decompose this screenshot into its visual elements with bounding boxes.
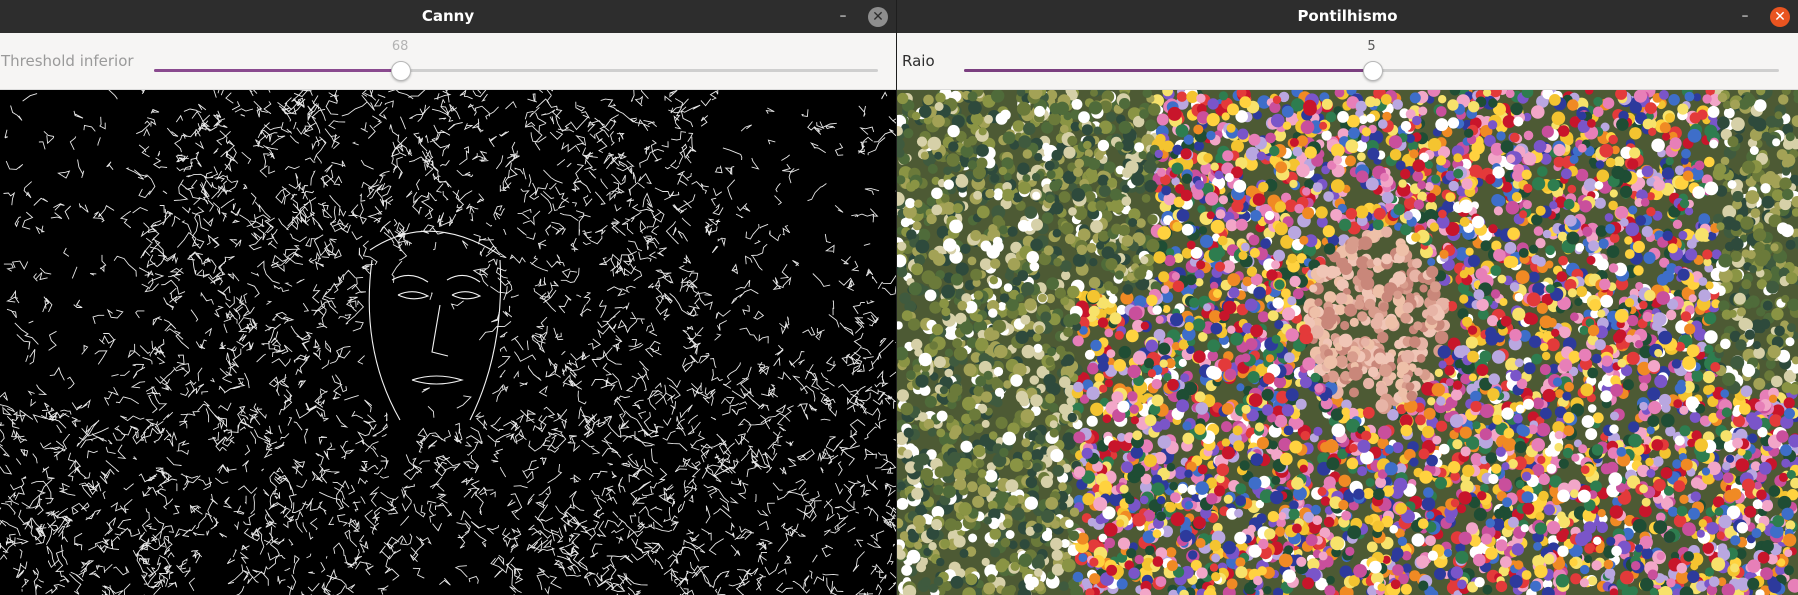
face-edge-3 bbox=[451, 291, 482, 300]
canny-titlebar[interactable]: Canny – ✕ bbox=[0, 0, 896, 33]
canny-window-controls: – ✕ bbox=[832, 0, 888, 33]
pontilhismo-window: Pontilhismo – ✕ Raio 5 bbox=[897, 0, 1798, 595]
raio-value: 5 bbox=[1367, 39, 1376, 54]
threshold-slider-thumb[interactable] bbox=[391, 61, 412, 81]
canny-trackbar: Threshold inferior 68 bbox=[0, 33, 896, 90]
minimize-icon[interactable]: – bbox=[1734, 6, 1756, 28]
pontilhismo-trackbar: Raio 5 bbox=[897, 33, 1798, 90]
face-edge-0 bbox=[391, 274, 429, 283]
desktop: Canny – ✕ Threshold inferior 68 Pontilhi… bbox=[0, 0, 1798, 595]
face-edge-5 bbox=[411, 375, 464, 385]
threshold-value: 68 bbox=[391, 39, 409, 54]
raio-slider-thumb[interactable] bbox=[1362, 61, 1383, 81]
raio-slider-fill bbox=[964, 69, 1372, 72]
canny-window: Canny – ✕ Threshold inferior 68 bbox=[0, 0, 896, 595]
pointillism-image bbox=[897, 90, 1798, 595]
face-edge-2 bbox=[397, 291, 430, 300]
pontilhismo-window-controls: – ✕ bbox=[1734, 0, 1790, 33]
pontilhismo-window-title: Pontilhismo bbox=[1297, 7, 1398, 25]
close-icon[interactable]: ✕ bbox=[1770, 6, 1790, 27]
threshold-slider[interactable] bbox=[154, 61, 878, 81]
face-edge-1 bbox=[446, 274, 481, 283]
face-edge-7 bbox=[368, 259, 401, 421]
face-edge-4 bbox=[431, 304, 449, 357]
pontilhismo-titlebar[interactable]: Pontilhismo – ✕ bbox=[897, 0, 1798, 33]
edge-lines bbox=[0, 90, 896, 595]
face-edge-8 bbox=[469, 259, 502, 421]
minimize-icon[interactable]: – bbox=[832, 6, 854, 28]
threshold-slider-fill bbox=[154, 69, 401, 72]
canny-window-title: Canny bbox=[421, 7, 475, 25]
close-icon[interactable]: ✕ bbox=[868, 6, 888, 27]
raio-label: Raio bbox=[902, 52, 935, 70]
threshold-label: Threshold inferior bbox=[1, 52, 134, 70]
raio-slider[interactable] bbox=[964, 61, 1779, 81]
edge-detection-image bbox=[0, 90, 896, 595]
